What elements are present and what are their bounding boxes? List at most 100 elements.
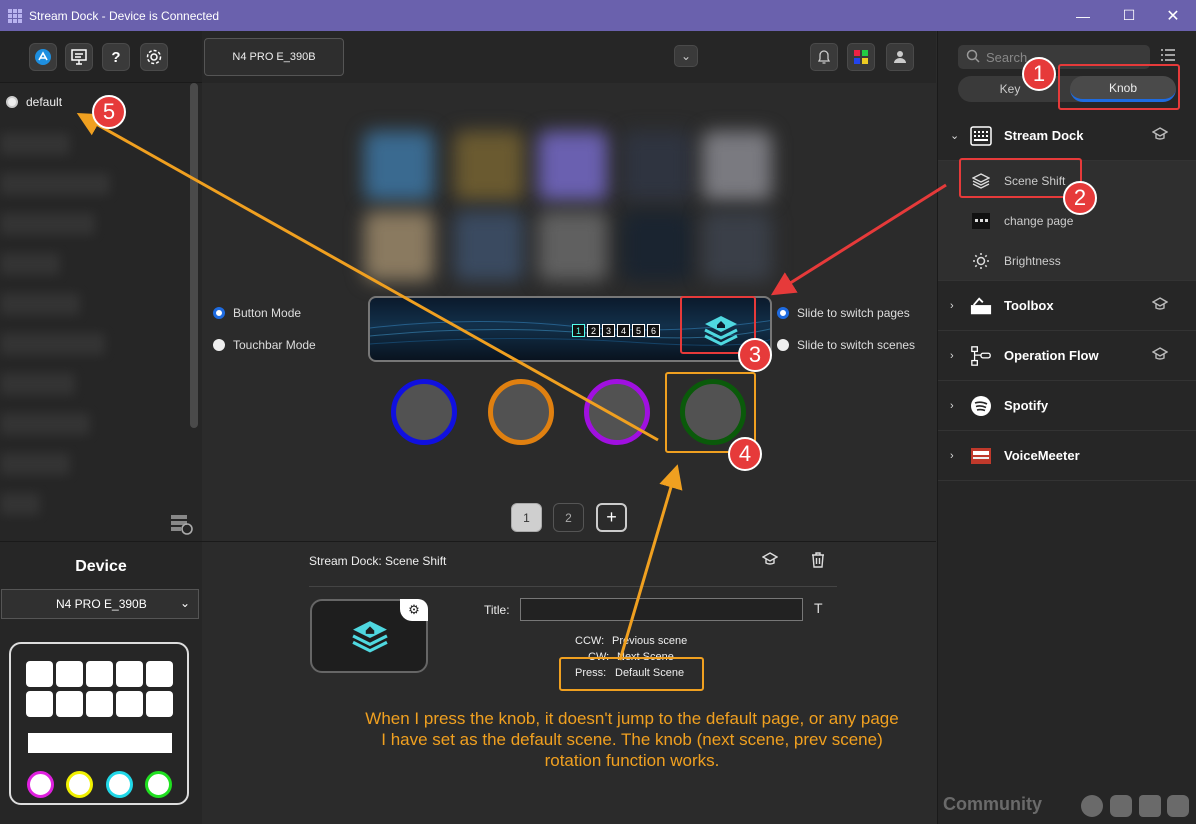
graduation-cap-icon[interactable] bbox=[1151, 127, 1169, 144]
blurred-key[interactable] bbox=[364, 211, 434, 281]
properties-panel: Stream Dock: Scene Shift ⚙ Title: T CCW:… bbox=[202, 541, 936, 824]
preview-knob[interactable] bbox=[145, 771, 172, 798]
touchbar-page[interactable]: 5 bbox=[632, 324, 645, 337]
radio-button[interactable] bbox=[777, 339, 789, 351]
radio-button[interactable] bbox=[213, 339, 225, 351]
preview-key[interactable] bbox=[116, 661, 143, 687]
profile-manager-icon[interactable] bbox=[170, 513, 194, 540]
preview-key[interactable] bbox=[56, 691, 83, 717]
page-button-2[interactable]: 2 bbox=[553, 503, 584, 532]
bell-icon[interactable] bbox=[810, 43, 838, 71]
grid-icon[interactable] bbox=[847, 43, 875, 71]
gear-icon[interactable]: ⚙ bbox=[400, 599, 428, 621]
community-label: Community bbox=[943, 794, 1042, 814]
page-button-1[interactable]: 1 bbox=[511, 503, 542, 532]
blurred-key[interactable] bbox=[702, 211, 772, 281]
category-spotify[interactable]: › Spotify bbox=[938, 381, 1196, 431]
slide-pages-option[interactable]: Slide to switch pages bbox=[777, 306, 910, 320]
flow-icon bbox=[970, 345, 992, 367]
callout-box-knob-tab bbox=[1058, 64, 1180, 110]
user-icon[interactable] bbox=[886, 43, 914, 71]
maximize-icon[interactable]: ☐ bbox=[1106, 0, 1152, 31]
touchbar-page[interactable]: 6 bbox=[647, 324, 660, 337]
blurred-key[interactable] bbox=[622, 211, 692, 281]
mode-label: Slide to switch scenes bbox=[797, 338, 916, 352]
category-operation-flow[interactable]: › Operation Flow bbox=[938, 331, 1196, 381]
preview-knob[interactable] bbox=[66, 771, 93, 798]
actions-panel: Search Key Knob ⌄ Stream Dock Scene Shif… bbox=[937, 31, 1196, 824]
device-tab[interactable]: N4 PRO E_390B bbox=[204, 38, 344, 76]
category-voicemeeter[interactable]: › VoiceMeeter bbox=[938, 431, 1196, 481]
preview-key[interactable] bbox=[146, 661, 173, 687]
touchbar-page[interactable]: 2 bbox=[587, 324, 600, 337]
knob-3[interactable] bbox=[584, 379, 650, 445]
app-store-icon[interactable] bbox=[29, 43, 57, 71]
knob-2[interactable] bbox=[488, 379, 554, 445]
search-icon bbox=[966, 49, 980, 66]
action-icon-preview[interactable]: ⚙ bbox=[310, 599, 428, 673]
preview-knob[interactable] bbox=[27, 771, 54, 798]
callout-badge-5: 5 bbox=[92, 95, 126, 129]
preview-key[interactable] bbox=[146, 691, 173, 717]
ccw-value[interactable]: Previous scene bbox=[612, 635, 687, 647]
action-brightness[interactable]: Brightness bbox=[938, 241, 1196, 281]
preview-key[interactable] bbox=[26, 661, 53, 687]
close-icon[interactable]: ✕ bbox=[1150, 0, 1196, 31]
device-select[interactable]: N4 PRO E_390B ⌄ bbox=[1, 589, 199, 619]
stream-dock-window: Stream Dock - Device is Connected — ☐ ✕ … bbox=[0, 0, 1196, 824]
blurred-key[interactable] bbox=[454, 131, 524, 201]
category-stream-dock[interactable]: ⌄ Stream Dock bbox=[938, 111, 1196, 161]
toolbox-icon bbox=[970, 295, 992, 317]
chat-icon[interactable] bbox=[1139, 795, 1161, 817]
minimize-icon[interactable]: — bbox=[1060, 0, 1106, 31]
spotify-icon bbox=[970, 395, 992, 417]
gear-icon[interactable] bbox=[140, 43, 168, 71]
knob-1[interactable] bbox=[391, 379, 457, 445]
preview-key[interactable] bbox=[56, 661, 83, 687]
blurred-key[interactable] bbox=[622, 131, 692, 201]
mode-label: Slide to switch pages bbox=[797, 306, 910, 320]
mode-label: Touchbar Mode bbox=[233, 338, 316, 352]
preview-knob[interactable] bbox=[106, 771, 133, 798]
radio-button[interactable] bbox=[777, 307, 789, 319]
blurred-key[interactable] bbox=[454, 211, 524, 281]
preview-key[interactable] bbox=[86, 691, 113, 717]
add-page-button[interactable]: + bbox=[596, 503, 627, 532]
touchbar-page[interactable]: 1 bbox=[572, 324, 585, 337]
reddit-icon[interactable] bbox=[1081, 795, 1103, 817]
title-input[interactable] bbox=[520, 598, 803, 621]
blurred-key[interactable] bbox=[702, 131, 772, 201]
profile-item-default[interactable]: default bbox=[6, 95, 62, 109]
profile-scrollbar[interactable] bbox=[190, 83, 198, 428]
chevron-down-icon[interactable]: ⌄ bbox=[674, 45, 698, 67]
graduation-cap-icon[interactable] bbox=[761, 552, 779, 571]
preview-key[interactable] bbox=[116, 691, 143, 717]
preview-key[interactable] bbox=[86, 661, 113, 687]
touchbar-mode-option[interactable]: Touchbar Mode bbox=[213, 338, 316, 352]
text-format-icon[interactable]: T bbox=[814, 600, 823, 616]
radio-button[interactable] bbox=[213, 307, 225, 319]
category-toolbox[interactable]: › Toolbox bbox=[938, 281, 1196, 331]
profile-radio[interactable] bbox=[6, 96, 18, 108]
trash-icon[interactable] bbox=[810, 551, 826, 573]
touchbar-page[interactable]: 3 bbox=[602, 324, 615, 337]
blurred-key[interactable] bbox=[538, 131, 608, 201]
center-toolbar: N4 PRO E_390B ⌄ bbox=[202, 31, 936, 83]
help-icon[interactable]: ? bbox=[102, 43, 130, 71]
hand-icon[interactable] bbox=[1167, 795, 1189, 817]
layers-icon bbox=[350, 619, 390, 660]
blurred-key[interactable] bbox=[538, 211, 608, 281]
device-select-value: N4 PRO E_390B bbox=[56, 597, 147, 611]
blurred-profile bbox=[0, 373, 75, 395]
graduation-cap-icon[interactable] bbox=[1151, 347, 1169, 364]
button-mode-option[interactable]: Button Mode bbox=[213, 306, 301, 320]
presentation-icon[interactable] bbox=[65, 43, 93, 71]
preview-key[interactable] bbox=[26, 691, 53, 717]
discord-icon[interactable] bbox=[1110, 795, 1132, 817]
blurred-profile bbox=[0, 413, 90, 435]
touchbar-page[interactable]: 4 bbox=[617, 324, 630, 337]
graduation-cap-icon[interactable] bbox=[1151, 297, 1169, 314]
blurred-key[interactable] bbox=[364, 131, 434, 201]
slide-scenes-option[interactable]: Slide to switch scenes bbox=[777, 338, 915, 352]
preview-touchbar[interactable] bbox=[28, 733, 172, 753]
